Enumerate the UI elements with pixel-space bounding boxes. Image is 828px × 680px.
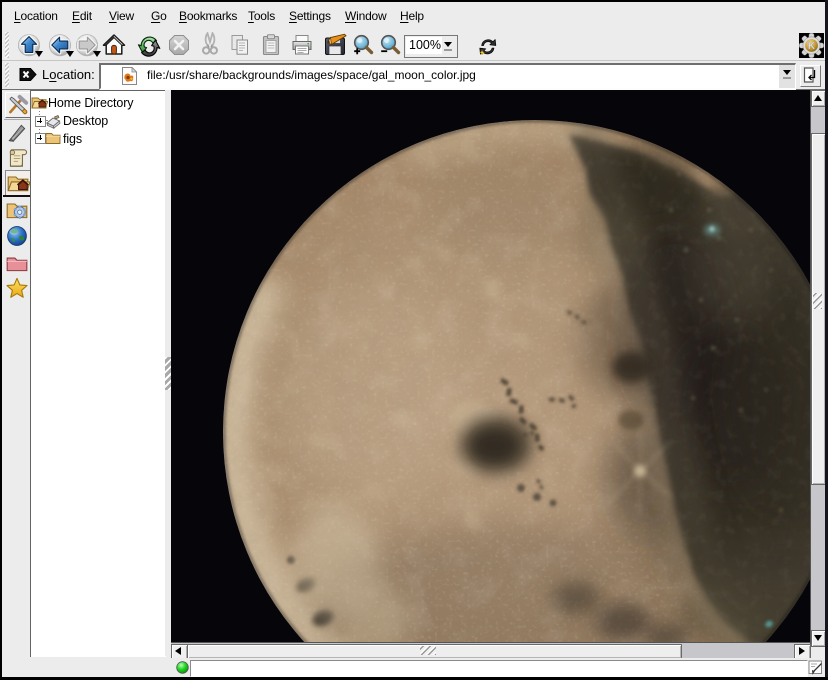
- svg-text:K: K: [808, 41, 816, 52]
